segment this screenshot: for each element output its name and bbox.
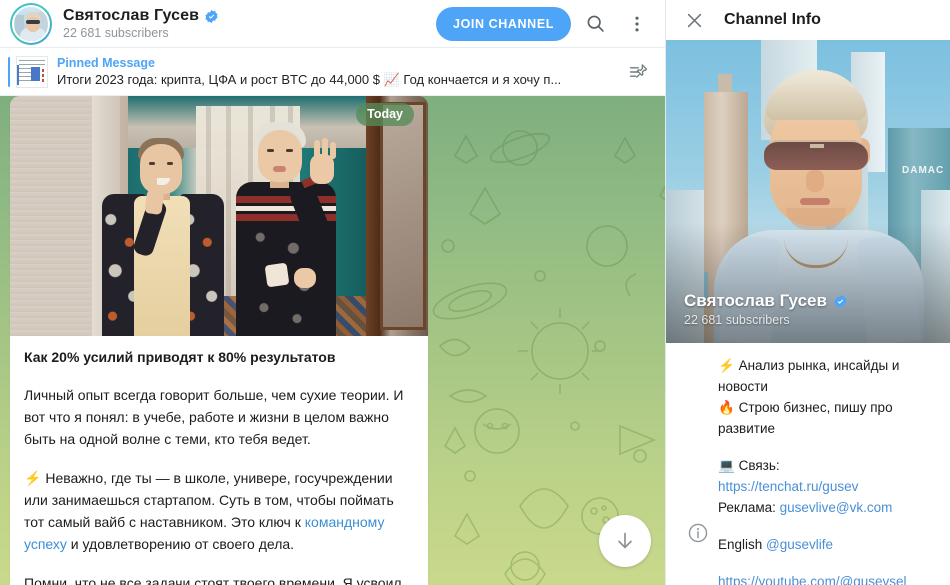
desc-link-3-row: English @gusevlife [718,534,936,555]
paragraph-2-text-b: и удовлетворению от своего дела. [66,536,295,552]
chat-column: Святослав Гусев 22 681 subscribers JOIN … [0,0,665,585]
info-circle-icon [688,523,708,542]
message-photo[interactable]: Today [10,96,428,336]
telegram-channel-window: Святослав Гусев 22 681 subscribers JOIN … [0,0,950,585]
search-icon [587,15,604,32]
desc-link-2-row: Реклама: gusevlive@vk.com [718,497,936,518]
desc-line-2-text: Строю бизнес, пишу про развитие [718,400,893,436]
desc-line-3-text: Связь: [734,458,780,473]
more-menu-button[interactable] [619,6,655,42]
more-vertical-icon [635,16,639,31]
cover-name-block: Святослав Гусев 22 681 subscribers [684,291,848,327]
english-label: English [718,537,767,552]
fire-emoji: 🔥 [718,400,735,415]
message-paragraph-3: Помни, что не все задачи стоят твоего вр… [24,572,414,585]
message-text: Как 20% усилий приводят к 80% результато… [10,336,428,585]
search-button[interactable] [577,6,613,42]
desc-spacer-2 [718,518,936,534]
page-title: Святослав Гусев [63,7,200,24]
header-actions: JOIN CHANNEL [436,6,655,42]
channel-description[interactable]: ⚡ Анализ рынка, инсайды и новости 🔥 Стро… [718,355,936,585]
arrow-down-icon [618,532,632,549]
desc-line-1-text: Анализ рынка, инсайды и новости [718,358,900,394]
close-info-panel-button[interactable] [676,2,712,38]
channel-info-panel: Channel Info DAMAC Святослав Гусев 22 68… [665,0,950,585]
pinned-messages-list-button[interactable] [621,54,657,90]
verified-badge-icon [205,9,218,23]
desc-spacer-1 [718,439,936,455]
document-thumbnail-icon [16,55,48,88]
desc-link-4-row: https://youtube.com/@gusevsel [718,571,936,585]
date-badge: Today [356,103,414,126]
english-channel-link[interactable]: @gusevlife [766,537,833,552]
ads-label: Реклама: [718,500,780,515]
message-title: Как 20% усилий приводят к 80% результато… [24,349,336,365]
info-icon-column [678,355,718,585]
ads-email-link[interactable]: gusevlive@vk.com [780,500,893,515]
pinned-accent-bar [8,56,10,87]
desc-line-2: 🔥 Строю бизнес, пишу про развитие [718,397,936,439]
close-icon [687,13,701,27]
lightning-emoji: ⚡ [24,470,42,486]
avatar [12,4,50,43]
tenchat-link[interactable]: https://tenchat.ru/gusev [718,479,858,494]
pinned-messages-icon [629,63,648,78]
pinned-texts: Pinned Message Итоги 2023 года: крипта, … [57,56,621,88]
join-channel-button[interactable]: JOIN CHANNEL [436,6,571,41]
channel-description-block: ⚡ Анализ рынка, инсайды и новости 🔥 Стро… [666,343,950,585]
message-list[interactable]: Today Как 20% усилий приводят к 80% резу… [0,96,665,585]
verified-badge-icon [834,294,847,308]
pinned-label: Pinned Message [57,55,155,70]
channel-avatar[interactable] [10,2,52,45]
paragraph-3-text-a: Помни, что не все задачи стоят твоего вр… [24,575,402,585]
pinned-message-text: Итоги 2023 года: крипта, ЦФА и рост BTC … [57,71,562,87]
pinned-message-bar[interactable]: Pinned Message Итоги 2023 года: крипта, … [0,48,665,96]
cover-channel-name: Святослав Гусев [684,291,827,310]
desc-line-1: ⚡ Анализ рынка, инсайды и новости [718,355,936,397]
youtube-link[interactable]: https://youtube.com/@gusevsel [718,574,907,585]
desc-line-3: 💻 Связь: [718,455,936,476]
cover-subscriber-count: 22 681 subscribers [684,313,790,327]
header-titles[interactable]: Святослав Гусев 22 681 subscribers [63,7,422,40]
message-paragraph-2: ⚡ Неважно, где ты — в школе, универе, го… [24,467,414,555]
chat-header: Святослав Гусев 22 681 subscribers JOIN … [0,0,665,48]
person-right [206,118,366,336]
info-panel-title: Channel Info [724,11,821,28]
laptop-emoji: 💻 [718,458,735,473]
building-sign: DAMAC [902,165,945,176]
channel-cover-photo[interactable]: DAMAC Святослав Гусев 22 681 subscribers [666,40,950,343]
subscriber-count: 22 681 subscribers [63,26,169,40]
desc-spacer-3 [718,555,936,571]
lightning-emoji: ⚡ [718,358,735,373]
desc-link-1-row: https://tenchat.ru/gusev [718,476,936,497]
message-paragraph-1: Личный опыт всегда говорит больше, чем с… [24,387,404,447]
message-bubble[interactable]: Today Как 20% усилий приводят к 80% резу… [10,96,428,585]
scroll-to-bottom-button[interactable] [599,515,651,567]
info-panel-header: Channel Info [666,0,950,40]
